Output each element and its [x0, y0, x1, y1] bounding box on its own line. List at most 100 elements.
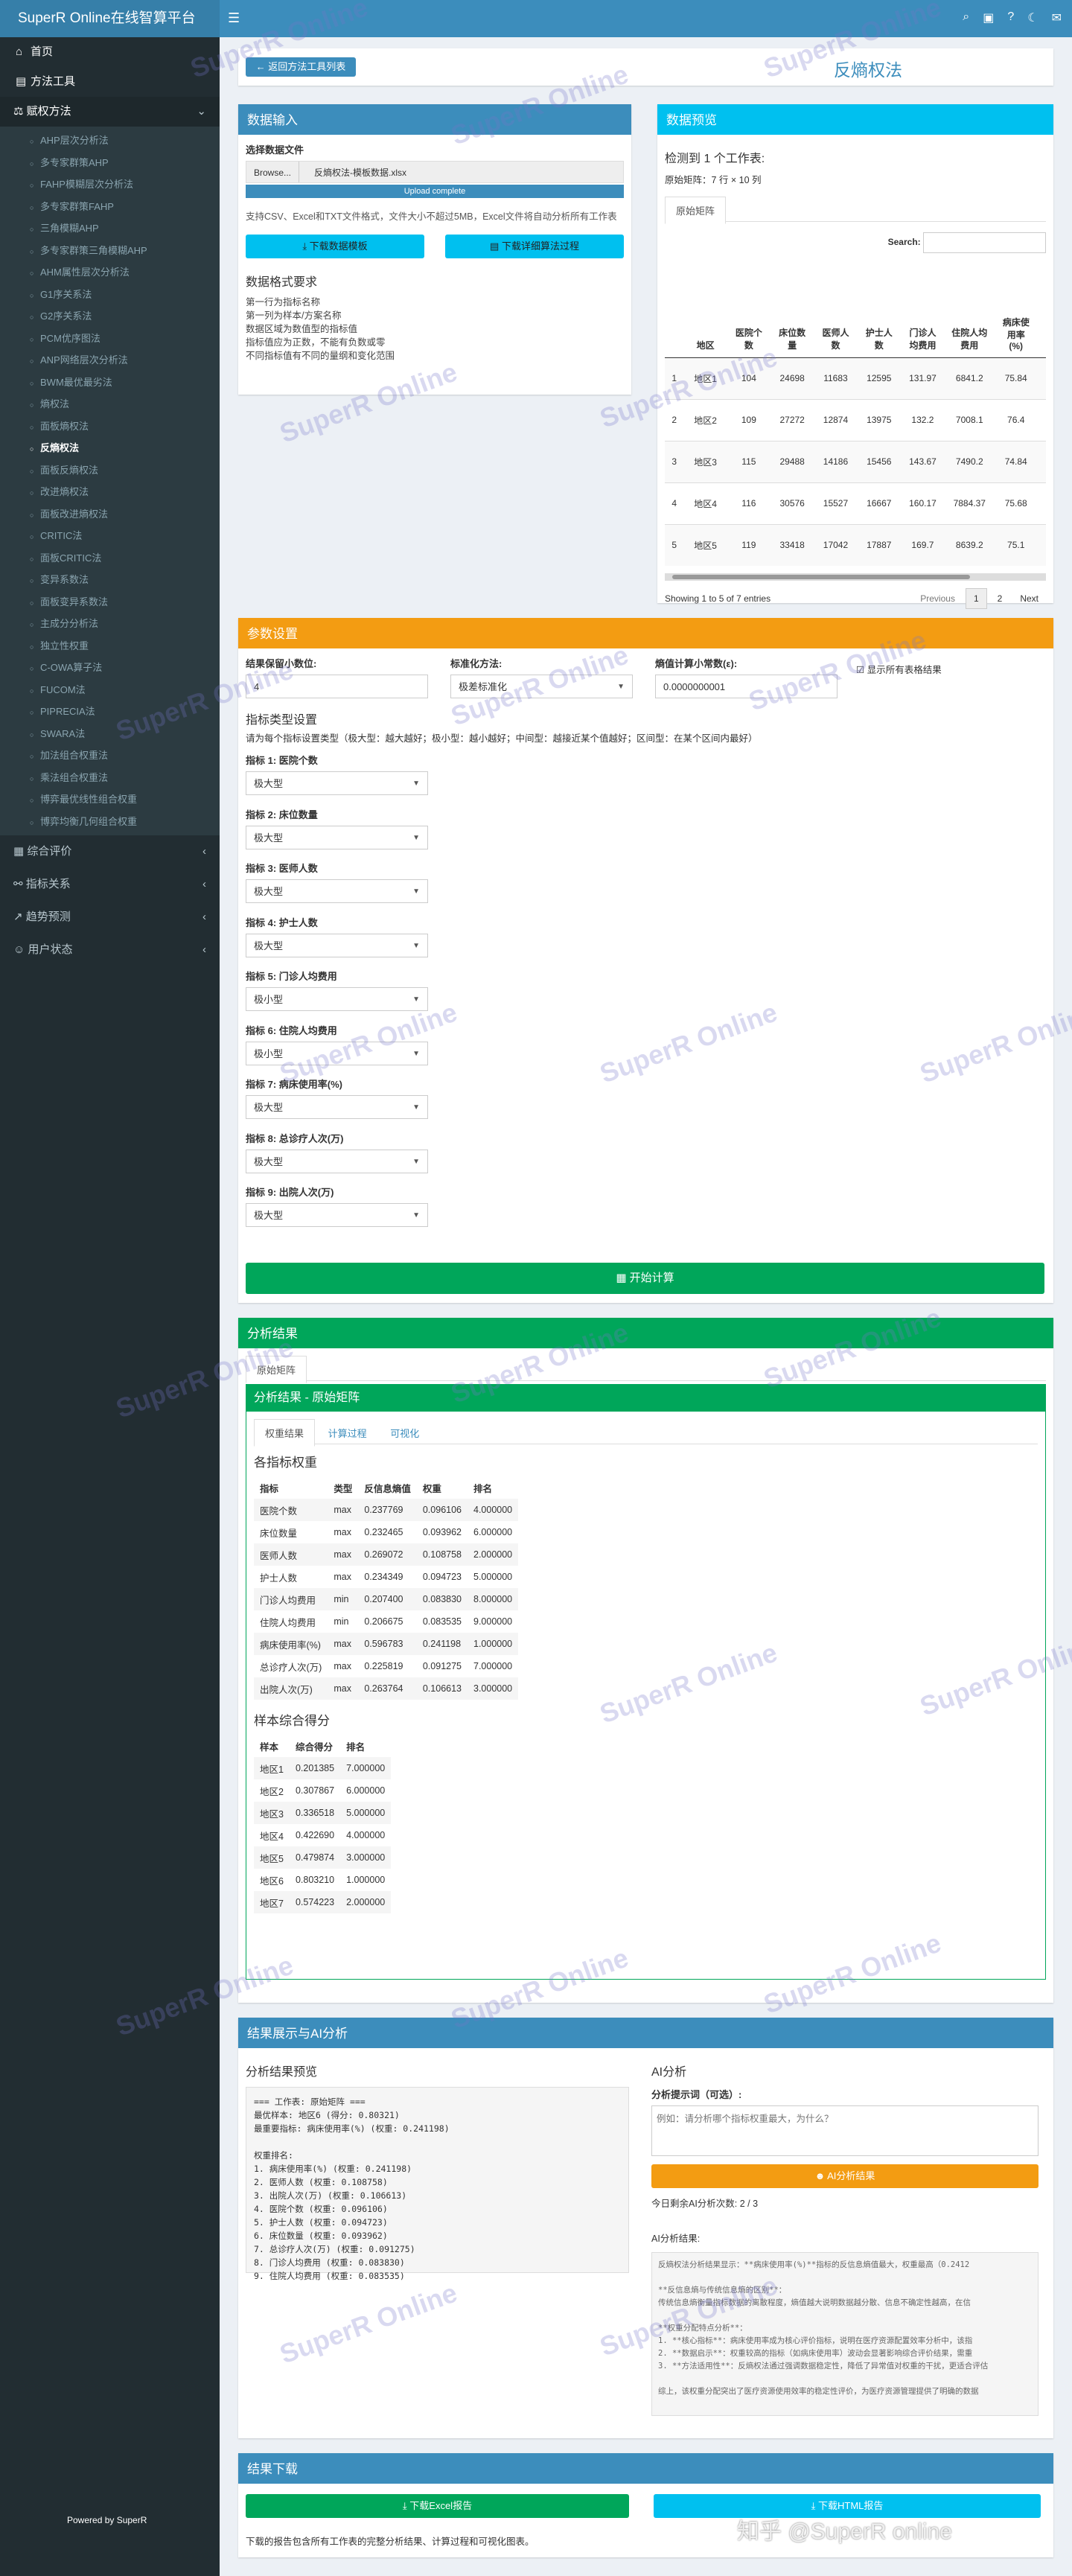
sidebar-subitem[interactable]: ○ PIPRECIA法 — [0, 701, 220, 723]
sidebar-group-weighting[interactable]: ⚖ 赋权方法 ⌄ — [0, 97, 220, 127]
next-page-button[interactable]: Next — [1012, 589, 1046, 608]
chat-icon[interactable]: ✉ — [1052, 10, 1062, 25]
tab-visual[interactable]: 可视化 — [380, 1420, 430, 1446]
sidebar-subitem[interactable]: ○ G1序关系法 — [0, 284, 220, 306]
package-icon[interactable]: ▣ — [983, 10, 994, 25]
menu-toggle-icon[interactable]: ☰ — [228, 10, 240, 26]
column-header[interactable]: 床位数量 — [770, 261, 814, 358]
score-table: 样本 综合得分 排名 地区1 0.201385 7.000000 地区2 0.307867 6.… — [254, 1735, 392, 1913]
sidebar-group-item[interactable]: ↗ 趋势预测 ‹ — [0, 901, 220, 934]
column-header[interactable]: 医师人数 — [814, 261, 858, 358]
sidebar-subitem[interactable]: ○ 乘法组合权重法 — [0, 767, 220, 789]
sidebar-subitem[interactable]: ○ PCM优序图法 — [0, 328, 220, 350]
sidebar-subitem[interactable]: ○ AHM属性层次分析法 — [0, 261, 220, 284]
column-header[interactable] — [665, 261, 684, 358]
sidebar-subitem[interactable]: ○ FUCOM法 — [0, 679, 220, 701]
table-cell: 116 — [727, 482, 771, 524]
params-panel: 参数设置 结果保留小数位: 4 标准化方法: 极差标准化 ▼ 熵值计算小常数(ε)… — [238, 618, 1053, 1303]
table-cell: 0.307867 — [295, 1785, 335, 1796]
sidebar-subitem[interactable]: ○ 面板变异系数法 — [0, 591, 220, 613]
table-cell: 1.000000 — [468, 1633, 519, 1655]
column-header[interactable]: 医院个数 — [727, 261, 771, 358]
indicator-type-select[interactable]: 极大型 ▼ — [246, 879, 428, 903]
decimals-input[interactable]: 4 — [246, 675, 428, 698]
user-icon: ☺ — [13, 943, 28, 956]
indicator-type-select[interactable]: 极大型 ▼ — [246, 1203, 428, 1227]
sidebar-subitem[interactable]: ○ FAHP模糊层次分析法 — [0, 173, 220, 196]
run-button[interactable]: ▦ 开始计算 — [246, 1263, 1044, 1294]
horizontal-scrollbar[interactable] — [665, 573, 1046, 581]
sidebar-subitem[interactable]: ○ 三角模糊AHP — [0, 217, 220, 240]
tab-process[interactable]: 计算过程 — [318, 1420, 377, 1446]
browse-button[interactable]: Browse... — [246, 162, 300, 182]
sidebar-subitem[interactable]: ○ 反熵权法 — [0, 437, 220, 459]
sidebar-subitem[interactable]: ○ 改进熵权法 — [0, 481, 220, 503]
sidebar-subitem[interactable]: ○ 博弈最优线性组合权重 — [0, 788, 220, 811]
sidebar-subitem[interactable]: ○ 面板反熵权法 — [0, 459, 220, 482]
sidebar-group-item[interactable]: ⚯ 指标关系 ‹ — [0, 868, 220, 901]
indicator-type-select[interactable]: 极大型 ▼ — [246, 825, 428, 849]
page-2-button[interactable]: 2 — [990, 589, 1010, 608]
column-header[interactable]: 护士人数 — [857, 261, 901, 358]
column-header[interactable]: 总诊疗人次(万) — [1037, 261, 1046, 358]
sidebar-subitem[interactable]: ○ AHP层次分析法 — [0, 130, 220, 152]
sidebar-subitem[interactable]: ○ 变异系数法 — [0, 569, 220, 591]
sidebar-subitem[interactable]: ○ 独立性权重 — [0, 635, 220, 657]
sidebar-subitem[interactable]: ○ 面板CRITIC法 — [0, 547, 220, 570]
sidebar-subitem[interactable]: ○ G2序关系法 — [0, 305, 220, 328]
sidebar-item-tools[interactable]: ▤ 方法工具 — [0, 67, 220, 97]
sidebar-subitem[interactable]: ○ C-OWA算子法 — [0, 657, 220, 679]
sidebar-subitem[interactable]: ○ CRITIC法 — [0, 525, 220, 547]
sidebar-subitem[interactable]: ○ SWARA法 — [0, 723, 220, 745]
indicator-type-select[interactable]: 极大型 ▼ — [246, 1149, 428, 1173]
moon-icon[interactable]: ☾ — [1027, 10, 1038, 25]
indicator-type-select[interactable]: 极小型 ▼ — [246, 1041, 428, 1065]
back-button[interactable]: ← 返回方法工具列表 — [246, 57, 356, 77]
tab-raw-matrix[interactable]: 原始矩阵 — [665, 197, 727, 224]
indicator-type-select[interactable]: 极大型 ▼ — [246, 933, 428, 957]
norm-select[interactable]: 极差标准化 ▼ — [450, 675, 633, 698]
column-header[interactable]: 病床使用率(%) — [994, 261, 1038, 358]
column-header[interactable]: 地区 — [683, 261, 727, 358]
sidebar-subitem[interactable]: ○ 熵权法 — [0, 393, 220, 415]
brand-logo[interactable]: SuperR Online在线智算平台 — [0, 0, 220, 37]
ai-title: AI分析 — [651, 2066, 687, 2079]
sidebar-subitem[interactable]: ○ 主成分分析法 — [0, 613, 220, 635]
file-input[interactable]: Browse... 反熵权法-模板数据.xlsx — [246, 161, 624, 183]
column-header[interactable]: 住院人均费用 — [944, 261, 995, 358]
show-all-checkbox[interactable]: ☑ 显示所有表格结果 — [856, 662, 942, 676]
download-process-button[interactable]: ▤ 下载详细算法过程 — [445, 235, 624, 258]
indicator-type-select[interactable]: 极大型 ▼ — [246, 771, 428, 795]
page-1-button[interactable]: 1 — [965, 588, 987, 609]
prev-page-button[interactable]: Previous — [913, 589, 963, 608]
sidebar-subitem[interactable]: ○ 博弈均衡几何组合权重 — [0, 811, 220, 833]
sidebar-subitem[interactable]: ○ 多专家群策三角模糊AHP — [0, 240, 220, 262]
sidebar-subitem[interactable]: ○ 多专家群策AHP — [0, 152, 220, 174]
eps-input[interactable]: 0.0000000001 — [655, 675, 838, 698]
column-header[interactable]: 门诊人均费用 — [900, 261, 945, 358]
help-icon[interactable]: ? — [1007, 10, 1014, 25]
sidebar-group-item[interactable]: ☺ 用户状态 ‹ — [0, 934, 220, 966]
sidebar-subitem[interactable]: ○ 加法组合权重法 — [0, 745, 220, 767]
tab-weights[interactable]: 权重结果 — [254, 1419, 316, 1447]
table-cell: max — [334, 1661, 351, 1671]
sidebar-subitem[interactable]: ○ 面板改进熵权法 — [0, 503, 220, 526]
sidebar-item-home[interactable]: ⌂ 首页 — [0, 37, 220, 67]
table-cell: 0.083535 — [422, 1616, 462, 1627]
download-excel-button[interactable]: ⤓ 下载Excel报告 — [246, 2494, 629, 2518]
table-cell: 15456 — [857, 440, 901, 482]
search-icon[interactable]: ⌕ — [963, 10, 969, 25]
sidebar-group-item[interactable]: ▦ 综合评价 ‹ — [0, 835, 220, 868]
sidebar-subitem[interactable]: ○ BWM最优最劣法 — [0, 372, 220, 394]
search-input[interactable] — [923, 232, 1046, 253]
download-template-button[interactable]: ⤓ 下载数据模板 — [246, 235, 424, 258]
prompt-textarea[interactable] — [651, 2105, 1038, 2156]
tab-results-raw[interactable]: 原始矩阵 — [246, 1356, 307, 1383]
sidebar-subitem[interactable]: ○ ANP网络层次分析法 — [0, 349, 220, 372]
indicator-type-select[interactable]: 极大型 ▼ — [246, 1095, 428, 1119]
indicator-type-select[interactable]: 极小型 ▼ — [246, 987, 428, 1011]
sidebar-subitem[interactable]: ○ 面板熵权法 — [0, 415, 220, 438]
table-cell: 1737 — [1037, 357, 1046, 399]
sidebar-subitem[interactable]: ○ 多专家群策FAHP — [0, 196, 220, 218]
ai-analyze-button[interactable]: ☻ AI分析结果 — [651, 2164, 1038, 2188]
